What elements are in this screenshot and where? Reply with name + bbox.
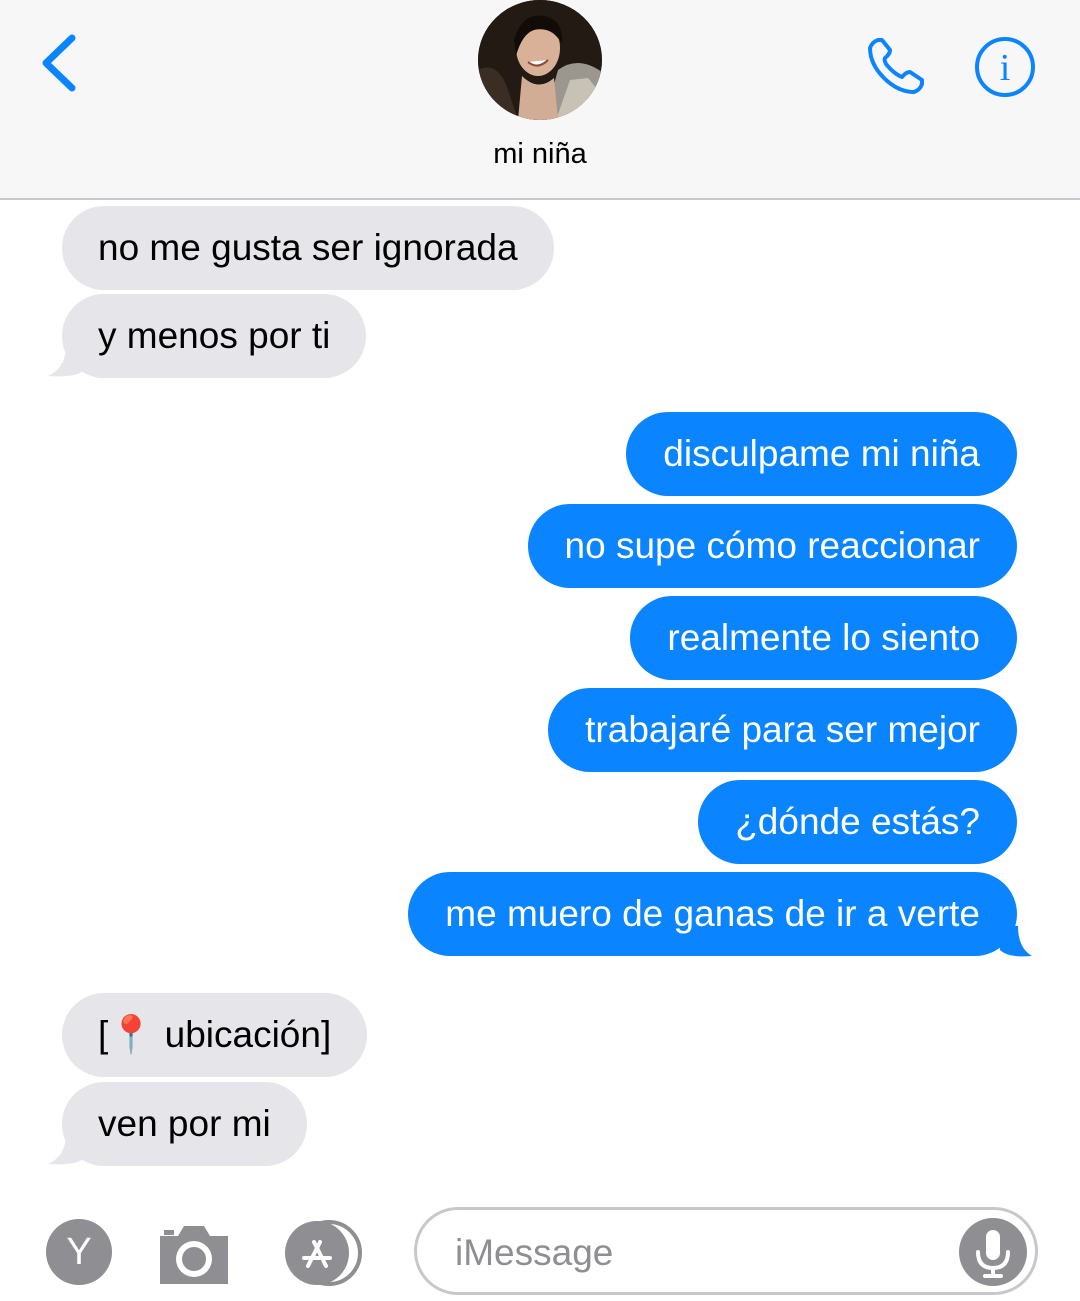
avatar-photo bbox=[478, 0, 602, 120]
imessage-input-field[interactable] bbox=[414, 1207, 1038, 1295]
info-icon: i bbox=[975, 37, 1035, 97]
info-button[interactable]: i bbox=[974, 36, 1036, 98]
dictation-button[interactable] bbox=[959, 1218, 1027, 1286]
contact-name[interactable]: mi niña bbox=[0, 138, 1080, 171]
incoming-message-bubble[interactable]: [📍 ubicación] bbox=[62, 993, 368, 1077]
incoming-message-bubble[interactable]: y menos por ti bbox=[62, 294, 367, 378]
call-button[interactable] bbox=[864, 34, 928, 98]
contact-avatar[interactable] bbox=[478, 0, 602, 120]
outgoing-message-bubble[interactable]: trabajaré para ser mejor bbox=[548, 688, 1017, 772]
incoming-bubble-tail bbox=[48, 346, 84, 377]
outgoing-bubble-tail bbox=[1000, 926, 1032, 957]
phone-icon bbox=[868, 38, 924, 94]
outgoing-message-bubble[interactable]: me muero de ganas de ir a verte bbox=[408, 872, 1017, 956]
incoming-message-bubble[interactable]: no me gusta ser ignorada bbox=[62, 206, 554, 290]
outgoing-message-bubble[interactable]: ¿dónde estás? bbox=[698, 780, 1017, 864]
y-app-button[interactable]: Y bbox=[46, 1219, 112, 1285]
conversation-header: mi niña i bbox=[0, 0, 1080, 200]
camera-icon bbox=[160, 1226, 228, 1284]
message-input[interactable] bbox=[453, 1224, 937, 1282]
back-button[interactable] bbox=[36, 32, 84, 96]
incoming-bubble-tail bbox=[48, 1134, 84, 1165]
incoming-message-bubble[interactable]: ven por mi bbox=[62, 1082, 307, 1166]
chevron-left-icon bbox=[42, 34, 76, 92]
microphone-icon bbox=[976, 1230, 1010, 1278]
camera-button[interactable] bbox=[156, 1222, 232, 1286]
outgoing-message-bubble[interactable]: realmente lo siento bbox=[630, 596, 1017, 680]
app-store-button[interactable] bbox=[284, 1220, 376, 1286]
app-store-icon bbox=[285, 1220, 362, 1286]
outgoing-message-bubble[interactable]: no supe cómo reaccionar bbox=[527, 504, 1017, 588]
outgoing-message-bubble[interactable]: disculpame mi niña bbox=[626, 412, 1017, 496]
info-glyph: i bbox=[1000, 47, 1011, 89]
